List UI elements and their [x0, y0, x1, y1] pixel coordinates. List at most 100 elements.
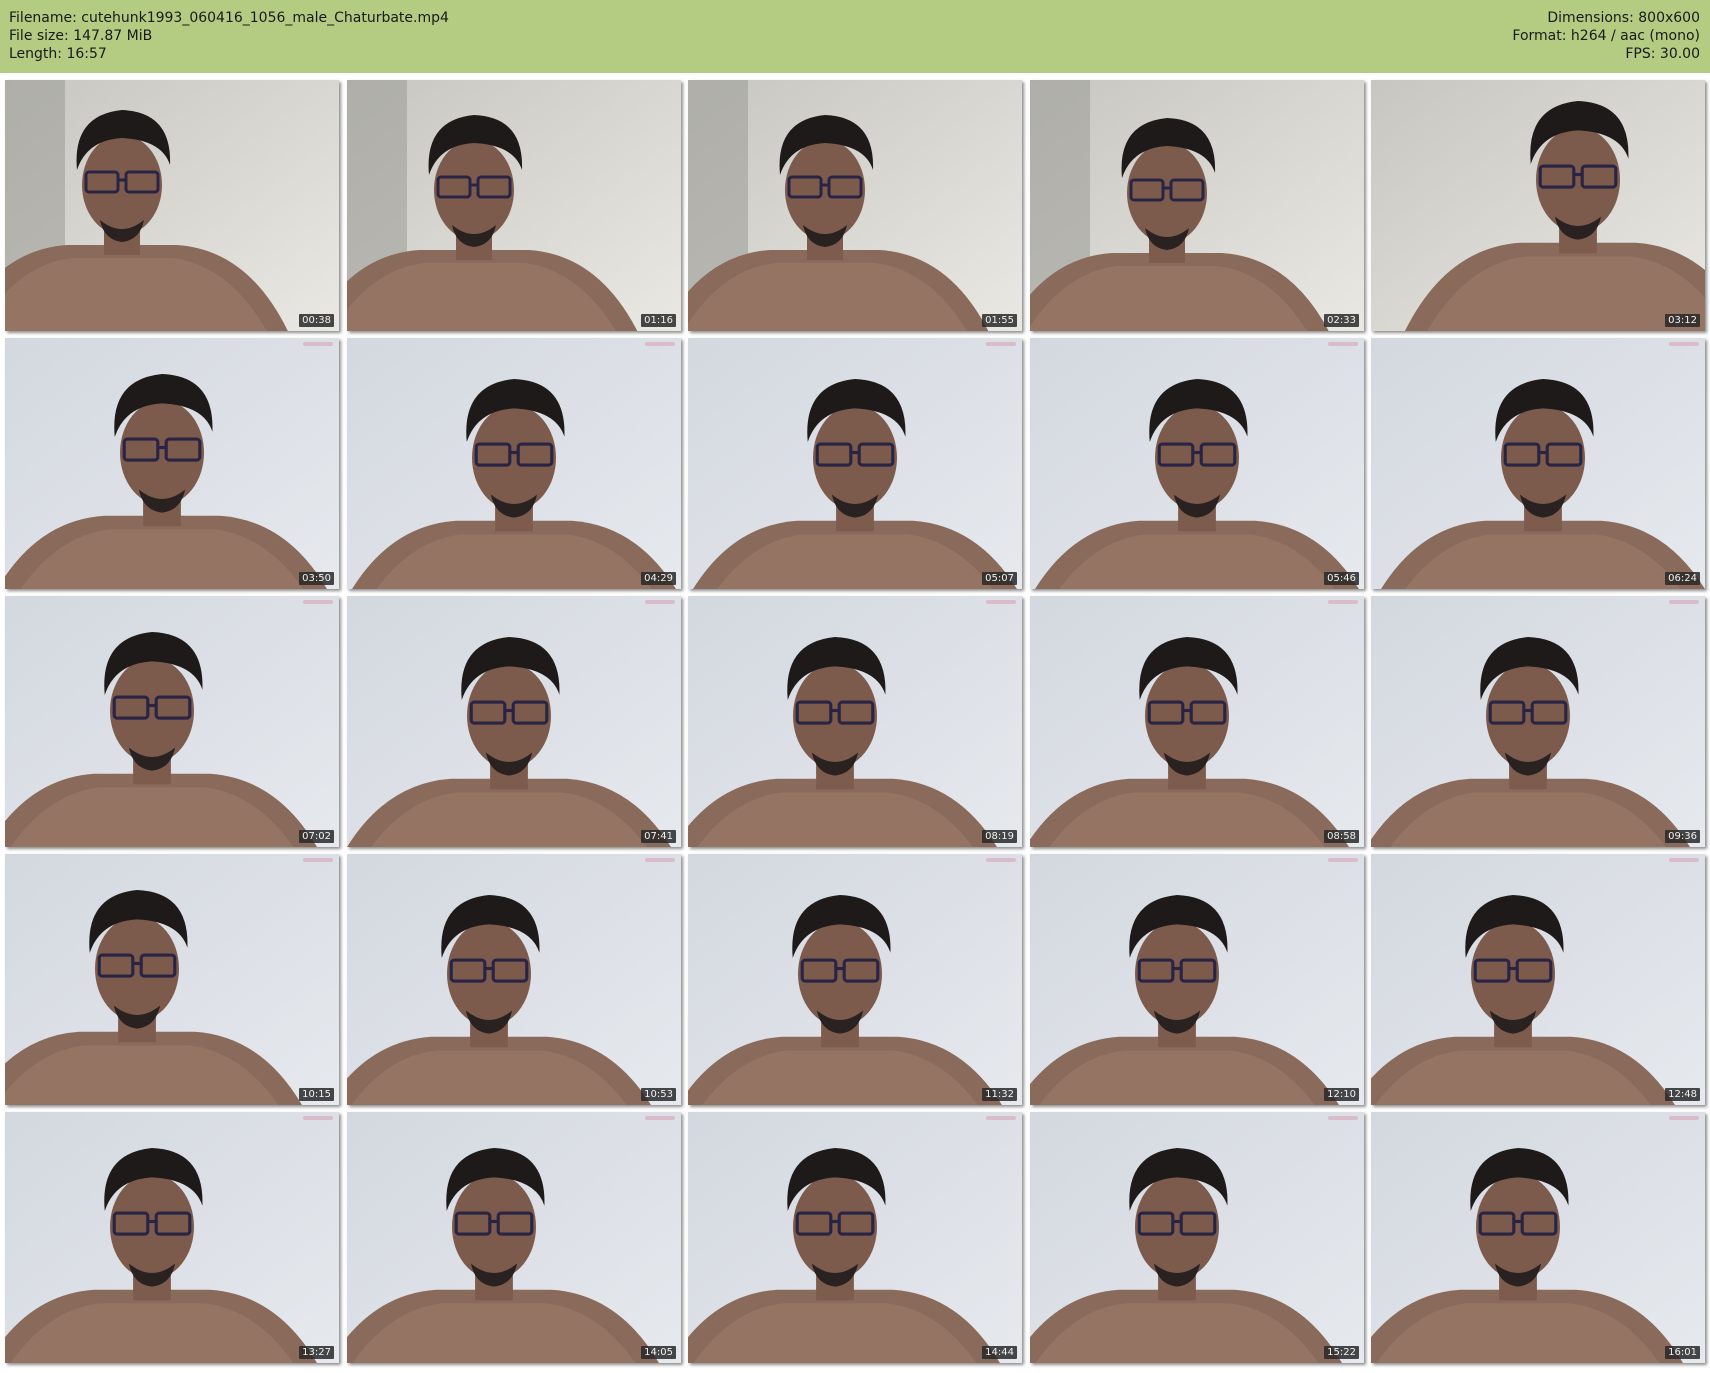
frame-image — [1371, 1112, 1705, 1363]
watermark-mark — [986, 1116, 1016, 1120]
video-thumbnail[interactable]: 10:53 — [347, 854, 681, 1105]
video-thumbnail[interactable]: 08:58 — [1030, 596, 1364, 847]
video-thumbnail[interactable]: 13:27 — [5, 1112, 339, 1363]
dimensions-text: Dimensions: 800x600 — [1547, 10, 1700, 26]
video-thumbnail[interactable]: 05:07 — [688, 338, 1022, 589]
timestamp-label: 02:33 — [1324, 314, 1359, 327]
timestamp-label: 14:05 — [641, 1346, 676, 1359]
frame-image — [688, 854, 1022, 1105]
watermark-mark — [645, 342, 675, 346]
timestamp-label: 00:38 — [299, 314, 334, 327]
timestamp-label: 08:58 — [1324, 830, 1359, 843]
watermark-mark — [1669, 858, 1699, 862]
video-thumbnail[interactable]: 01:16 — [347, 80, 681, 331]
timestamp-label: 10:53 — [641, 1088, 676, 1101]
timestamp-label: 12:10 — [1324, 1088, 1359, 1101]
video-thumbnail[interactable]: 12:48 — [1371, 854, 1705, 1105]
timestamp-label: 14:44 — [982, 1346, 1017, 1359]
video-thumbnail[interactable]: 10:15 — [5, 854, 339, 1105]
watermark-mark — [1328, 342, 1358, 346]
video-thumbnail[interactable]: 01:55 — [688, 80, 1022, 331]
timestamp-label: 04:29 — [641, 572, 676, 585]
timestamp-label: 10:15 — [299, 1088, 334, 1101]
timestamp-label: 01:55 — [982, 314, 1017, 327]
frame-image — [1371, 596, 1705, 847]
filename-text: Filename: cutehunk1993_060416_1056_male_… — [9, 10, 449, 26]
frame-image — [688, 1112, 1022, 1363]
watermark-mark — [303, 342, 333, 346]
video-thumbnail[interactable]: 09:36 — [1371, 596, 1705, 847]
frame-image — [5, 338, 339, 589]
video-thumbnail[interactable]: 07:02 — [5, 596, 339, 847]
video-thumbnail[interactable]: 00:38 — [5, 80, 339, 331]
watermark-mark — [303, 600, 333, 604]
video-thumbnail[interactable]: 16:01 — [1371, 1112, 1705, 1363]
file-info-left: Filename: cutehunk1993_060416_1056_male_… — [9, 9, 449, 63]
video-thumbnail[interactable]: 08:19 — [688, 596, 1022, 847]
video-thumbnail[interactable]: 14:44 — [688, 1112, 1022, 1363]
watermark-mark — [986, 600, 1016, 604]
frame-image — [347, 80, 681, 331]
timestamp-label: 15:22 — [1324, 1346, 1359, 1359]
video-thumbnail[interactable]: 02:33 — [1030, 80, 1364, 331]
contact-sheet-header: Filename: cutehunk1993_060416_1056_male_… — [0, 0, 1710, 73]
video-thumbnail[interactable]: 15:22 — [1030, 1112, 1364, 1363]
frame-image — [347, 1112, 681, 1363]
watermark-mark — [986, 858, 1016, 862]
timestamp-label: 03:12 — [1665, 314, 1700, 327]
watermark-mark — [1669, 600, 1699, 604]
timestamp-label: 01:16 — [641, 314, 676, 327]
timestamp-label: 06:24 — [1665, 572, 1700, 585]
timestamp-label: 08:19 — [982, 830, 1017, 843]
watermark-mark — [1328, 858, 1358, 862]
watermark-mark — [303, 858, 333, 862]
video-thumbnail[interactable]: 14:05 — [347, 1112, 681, 1363]
frame-image — [1030, 80, 1364, 331]
timestamp-label: 07:02 — [299, 830, 334, 843]
frame-image — [1030, 596, 1364, 847]
watermark-mark — [645, 1116, 675, 1120]
video-thumbnail[interactable]: 06:24 — [1371, 338, 1705, 589]
timestamp-label: 05:07 — [982, 572, 1017, 585]
watermark-mark — [645, 600, 675, 604]
timestamp-label: 09:36 — [1665, 830, 1700, 843]
frame-image — [347, 596, 681, 847]
watermark-mark — [986, 342, 1016, 346]
video-thumbnail[interactable]: 05:46 — [1030, 338, 1364, 589]
frame-image — [688, 596, 1022, 847]
video-thumbnail[interactable]: 12:10 — [1030, 854, 1364, 1105]
frame-image — [688, 80, 1022, 331]
frame-image — [1030, 1112, 1364, 1363]
timestamp-label: 13:27 — [299, 1346, 334, 1359]
video-thumbnail[interactable]: 03:12 — [1371, 80, 1705, 331]
video-thumbnail[interactable]: 11:32 — [688, 854, 1022, 1105]
frame-image — [5, 854, 339, 1105]
frame-image — [1030, 854, 1364, 1105]
frame-image — [347, 854, 681, 1105]
frame-image — [1371, 80, 1705, 331]
watermark-mark — [1669, 342, 1699, 346]
watermark-mark — [303, 1116, 333, 1120]
timestamp-label: 03:50 — [299, 572, 334, 585]
watermark-mark — [1669, 1116, 1699, 1120]
length-text: Length: 16:57 — [9, 46, 107, 62]
thumbnail-grid: 00:38 01:16 01:55 02:33 03:12 03:50 04:2… — [0, 80, 1710, 1373]
frame-image — [5, 596, 339, 847]
frame-image — [688, 338, 1022, 589]
frame-image — [347, 338, 681, 589]
frame-image — [1030, 338, 1364, 589]
filesize-text: File size: 147.87 MiB — [9, 28, 153, 44]
file-info-right: Dimensions: 800x600 Format: h264 / aac (… — [1512, 9, 1700, 63]
video-thumbnail[interactable]: 04:29 — [347, 338, 681, 589]
timestamp-label: 12:48 — [1665, 1088, 1700, 1101]
frame-image — [1371, 338, 1705, 589]
fps-text: FPS: 30.00 — [1625, 46, 1700, 62]
watermark-mark — [645, 858, 675, 862]
timestamp-label: 16:01 — [1665, 1346, 1700, 1359]
watermark-mark — [1328, 600, 1358, 604]
video-thumbnail[interactable]: 07:41 — [347, 596, 681, 847]
frame-image — [5, 1112, 339, 1363]
timestamp-label: 11:32 — [982, 1088, 1017, 1101]
frame-image — [5, 80, 339, 331]
video-thumbnail[interactable]: 03:50 — [5, 338, 339, 589]
